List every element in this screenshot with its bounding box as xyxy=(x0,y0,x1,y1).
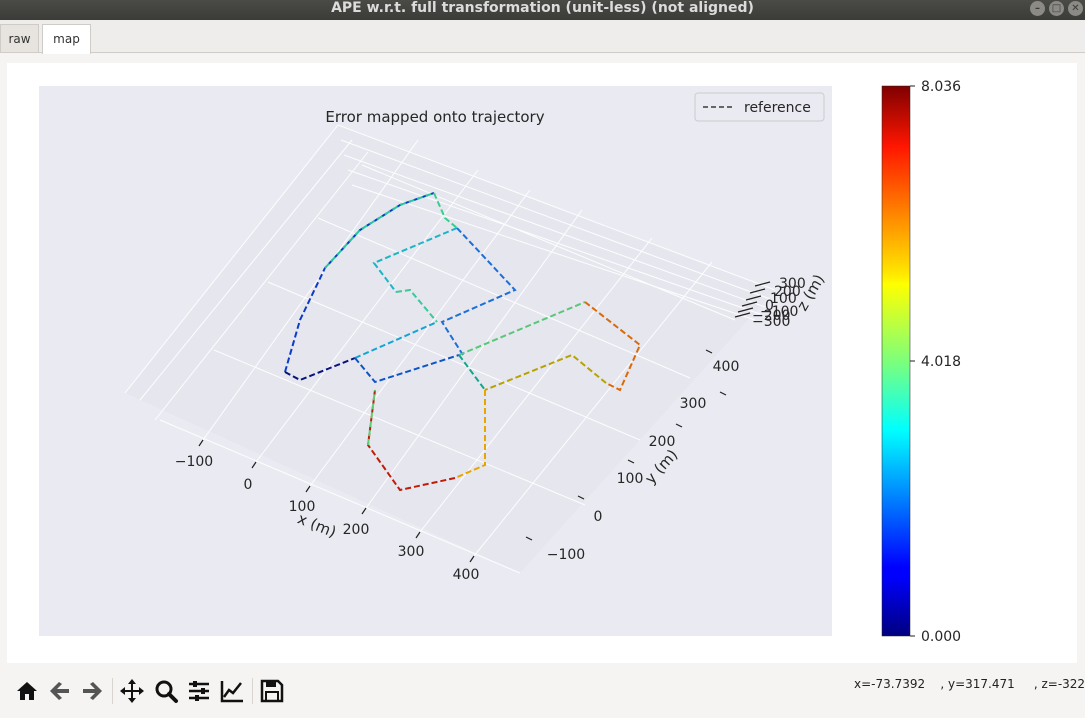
x-tick-label: 300 xyxy=(398,544,425,560)
tab-bar: raw map xyxy=(0,20,1085,54)
navigation-toolbar xyxy=(0,664,1085,718)
tab-raw[interactable]: raw xyxy=(0,24,39,52)
y-tick-label: 200 xyxy=(649,434,676,450)
save-icon[interactable] xyxy=(259,678,285,704)
forward-arrow-icon[interactable] xyxy=(79,678,105,704)
y-tick-label: 100 xyxy=(617,471,644,487)
chart-title: Error mapped onto trajectory xyxy=(325,108,544,126)
y-tick-label: −100 xyxy=(547,547,585,563)
legend: reference xyxy=(694,92,825,122)
minimize-button[interactable]: – xyxy=(1030,1,1045,16)
x-tick-label: 200 xyxy=(343,522,370,538)
y-tick-label: 0 xyxy=(594,509,603,525)
window-title-bar: APE w.r.t. full transformation (unit-les… xyxy=(0,0,1085,20)
y-tick-label: 400 xyxy=(713,359,740,375)
colorbar xyxy=(881,85,911,637)
toolbar-separator xyxy=(112,678,113,704)
pan-icon[interactable] xyxy=(119,678,145,704)
x-tick-label: 400 xyxy=(453,567,480,583)
zoom-icon[interactable] xyxy=(153,678,179,704)
legend-label: reference xyxy=(744,100,811,116)
colorbar-mid-label: 4.018 xyxy=(921,354,961,370)
colorbar-min-label: 0.000 xyxy=(921,629,961,645)
colorbar-max-label: 8.036 xyxy=(921,79,961,95)
z-tick-label: −300 xyxy=(752,314,790,330)
back-arrow-icon[interactable] xyxy=(47,678,73,704)
y-tick-label: 300 xyxy=(680,396,707,412)
tab-map[interactable]: map xyxy=(42,24,91,54)
maximize-button[interactable]: □ xyxy=(1049,1,1064,16)
cursor-coordinates: x=-73.7392 , y=317.471 , z=-322.125 xyxy=(854,677,1085,691)
configure-subplots-icon[interactable] xyxy=(186,678,212,704)
edit-axis-icon[interactable] xyxy=(219,678,245,704)
window-title: APE w.r.t. full transformation (unit-les… xyxy=(331,0,754,16)
figure-svg: Error mapped onto trajectory reference −… xyxy=(39,79,961,645)
home-icon[interactable] xyxy=(14,678,40,704)
toolbar-separator xyxy=(252,678,253,704)
figure-canvas[interactable]: Error mapped onto trajectory reference −… xyxy=(7,63,1077,663)
x-tick-label: −100 xyxy=(175,454,213,470)
close-button[interactable]: ✕ xyxy=(1068,1,1083,16)
x-tick-label: 0 xyxy=(244,477,253,493)
